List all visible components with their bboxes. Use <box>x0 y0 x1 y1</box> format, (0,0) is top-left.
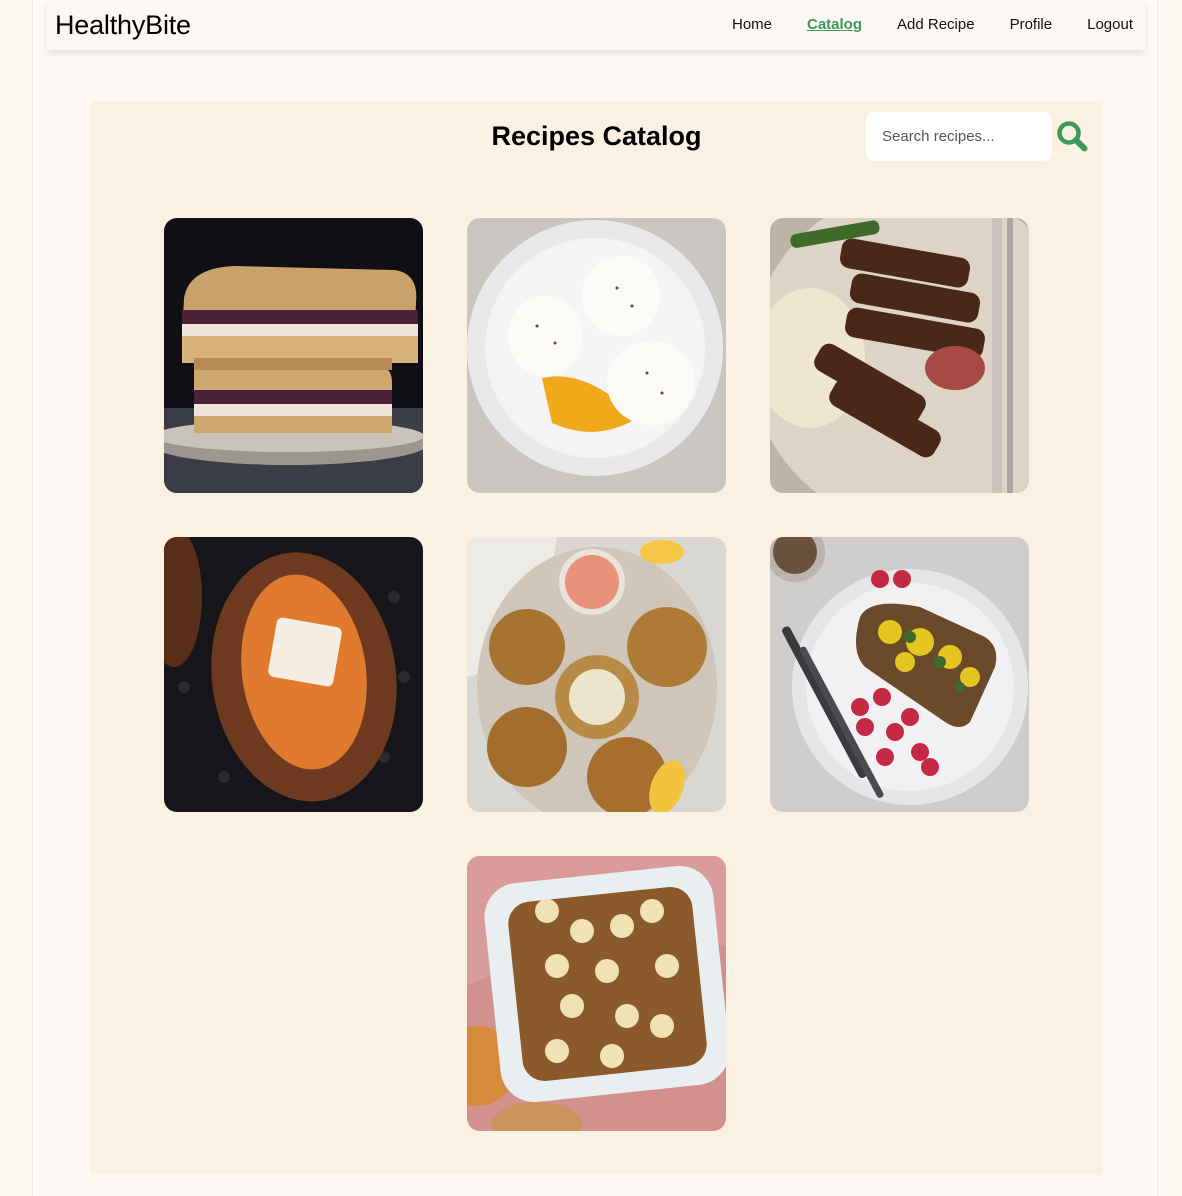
poached-eggs-photo <box>467 218 726 493</box>
recipe-card[interactable] <box>467 537 726 812</box>
search-button[interactable] <box>1056 120 1088 152</box>
brand-logo[interactable]: HealthyBite <box>55 10 191 41</box>
crab-cakes-with-sauce-photo <box>467 537 726 812</box>
navbar: HealthyBite Home Catalog Add Recipe Prof… <box>47 0 1145 50</box>
nav-link-profile[interactable]: Profile <box>992 16 1070 36</box>
recipe-card[interactable] <box>467 856 726 1131</box>
sliced-steak-mashed-potatoes-photo <box>770 218 1029 493</box>
recipe-card[interactable] <box>770 218 1029 493</box>
baked-sweet-potato-photo <box>164 537 423 812</box>
nav-link-add-recipe[interactable]: Add Recipe <box>879 16 992 36</box>
nav-link-logout[interactable]: Logout <box>1069 16 1145 36</box>
toast-with-eggs-and-raspberries-photo <box>770 537 1029 812</box>
search-icon <box>1056 121 1088 155</box>
banana-bake-casserole-photo <box>467 856 726 1131</box>
grilled-sandwich-photo <box>164 218 423 493</box>
nav-link-catalog[interactable]: Catalog <box>789 16 879 36</box>
recipes-catalog: Recipes Catalog <box>90 101 1103 1175</box>
search-input[interactable] <box>866 112 1052 161</box>
recipe-card[interactable] <box>467 218 726 493</box>
nav-links: Home Catalog Add Recipe Profile Logout <box>714 16 1145 36</box>
recipe-card[interactable] <box>164 218 423 493</box>
recipe-card[interactable] <box>164 537 423 812</box>
page-container: HealthyBite Home Catalog Add Recipe Prof… <box>32 0 1158 1196</box>
recipe-card[interactable] <box>770 537 1029 812</box>
nav-link-home[interactable]: Home <box>714 16 789 36</box>
